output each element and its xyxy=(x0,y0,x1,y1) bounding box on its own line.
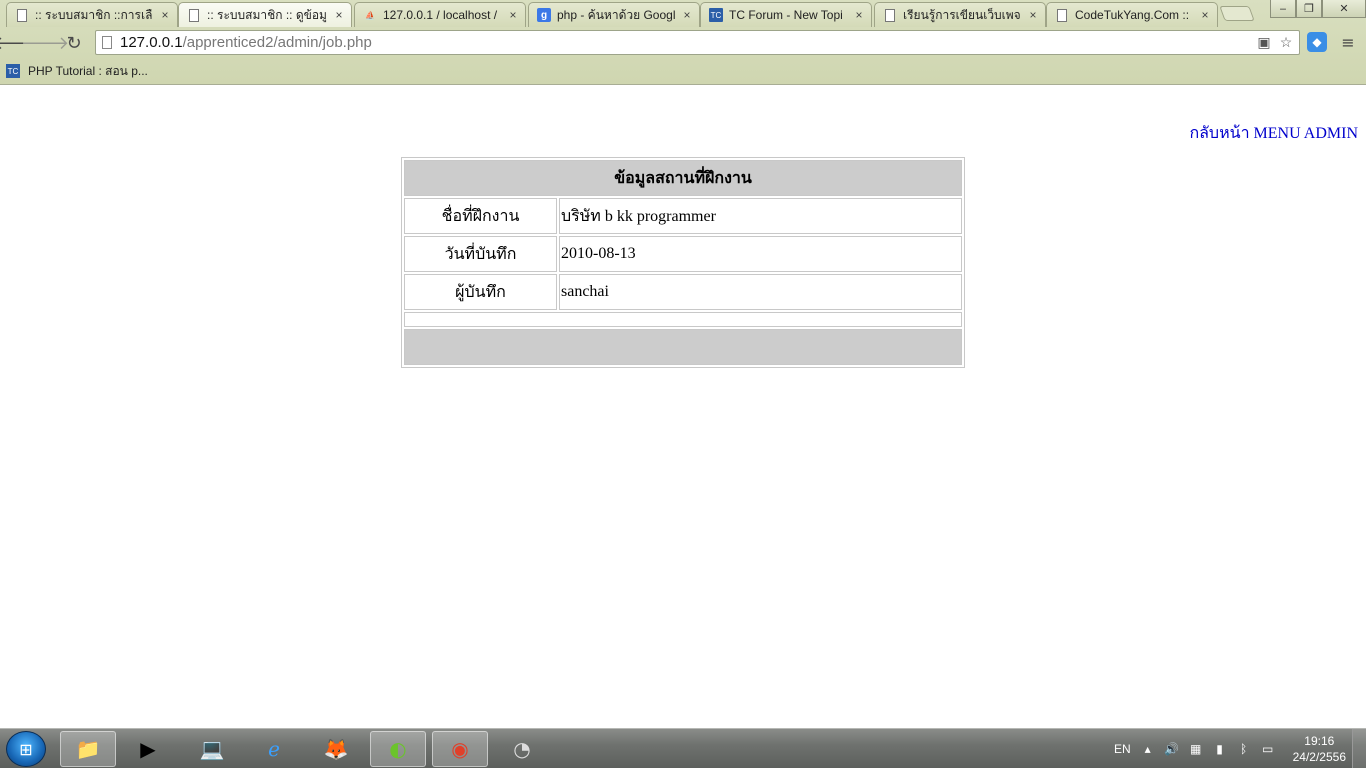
close-icon[interactable]: × xyxy=(681,8,693,22)
google-icon: g xyxy=(537,8,551,22)
tab-title: TC Forum - New Topi xyxy=(729,8,843,22)
minimize-button[interactable]: ‒ xyxy=(1270,0,1296,18)
close-icon[interactable]: × xyxy=(507,8,519,22)
tab-title: CodeTukYang.Com :: xyxy=(1075,8,1190,22)
page-icon xyxy=(102,36,112,49)
windows-taskbar: ⊞ 📁 ▶ 💻 ℯ 🦊 ◐ ◉ ◔ EN ▴ 🔊 ▦ ▮ ᛒ ▭ 19:16 2… xyxy=(0,728,1366,768)
close-icon[interactable]: × xyxy=(159,8,171,22)
document-icon xyxy=(187,8,201,22)
media-player-icon[interactable]: ▶ xyxy=(120,731,176,767)
extension-icon[interactable]: ◆ xyxy=(1307,32,1327,52)
tab-title: เรียนรู้การเขียนเว็บเพจ xyxy=(903,7,1021,22)
company-name-value: บริษัท b kk programmer xyxy=(559,198,962,234)
clock-date: 24/2/2556 xyxy=(1292,750,1346,764)
tab-tc-forum[interactable]: TC TC Forum - New Topi × xyxy=(700,2,872,27)
page-content: กลับหน้า MENU ADMIN ข้อมูลสถานที่ฝึกงาน … xyxy=(0,85,1366,728)
tab-strip: :: ระบบสมาชิก ::การเลือก × :: ระบบสมาชิก… xyxy=(0,0,1366,28)
tab-codetukyang[interactable]: CodeTukYang.Com :: × xyxy=(1046,2,1218,27)
document-icon xyxy=(15,8,29,22)
forward-button[interactable]: 🡒 xyxy=(21,31,69,55)
recorder-value: sanchai xyxy=(559,274,962,310)
recorder-label: ผู้บันทึก xyxy=(404,274,557,310)
address-host: 127.0.0.1 xyxy=(120,34,183,51)
internship-info-table: ข้อมูลสถานที่ฝึกงาน ชื่อที่ฝึกงาน บริษัท… xyxy=(401,157,965,368)
table-footer xyxy=(404,329,962,365)
signal-icon[interactable]: ▮ xyxy=(1213,742,1227,756)
browser-chrome: :: ระบบสมาชิก ::การเลือก × :: ระบบสมาชิก… xyxy=(0,0,1366,85)
bookmark-label: PHP Tutorial : สอน p... xyxy=(28,63,148,78)
volume-icon[interactable]: 🔊 xyxy=(1164,742,1179,756)
system-tray: EN ▴ 🔊 ▦ ▮ ᛒ ▭ 19:16 24/2/2556 xyxy=(1114,729,1346,768)
explorer-icon[interactable]: 📁 xyxy=(60,731,116,767)
tc-forum-icon: TC xyxy=(709,8,723,22)
table-row: ชื่อที่ฝึกงาน บริษัท b kk programmer xyxy=(404,198,962,234)
back-to-admin-menu-link[interactable]: กลับหน้า MENU ADMIN xyxy=(1189,121,1358,146)
start-button[interactable]: ⊞ xyxy=(6,731,46,767)
table-spacer-row xyxy=(404,312,962,327)
document-icon xyxy=(1055,8,1069,22)
firefox-icon[interactable]: 🦊 xyxy=(308,731,364,767)
system-icon[interactable]: 💻 xyxy=(184,731,240,767)
clock[interactable]: 19:16 24/2/2556 xyxy=(1293,733,1346,765)
close-icon[interactable]: × xyxy=(1199,8,1211,22)
tab-title: 127.0.0.1 / localhost / xyxy=(383,8,498,22)
table-footer-row xyxy=(404,329,962,365)
tab-google-search[interactable]: g php - ค้นหาด้วย Googl × xyxy=(528,2,700,27)
bookmarks-bar: TC PHP Tutorial : สอน p... xyxy=(0,58,1366,84)
clock-time: 19:16 xyxy=(1304,734,1335,748)
tab-member-select[interactable]: :: ระบบสมาชิก ::การเลือก × xyxy=(6,2,178,27)
window-controls: ‒ ❐ ✕ xyxy=(1270,0,1366,18)
chrome-icon[interactable]: ◉ xyxy=(432,731,488,767)
address-bar[interactable]: 127.0.0.1/apprenticed2/admin/job.php ▣ ☆ xyxy=(95,30,1300,55)
record-date-value: 2010-08-13 xyxy=(559,236,962,272)
close-icon[interactable]: × xyxy=(333,8,345,22)
wrench-menu-icon[interactable]: ≡ xyxy=(1338,32,1358,52)
recovery-icon[interactable]: ◔ xyxy=(494,731,550,767)
tab-phpmyadmin[interactable]: ⛵ 127.0.0.1 / localhost / × xyxy=(354,2,526,27)
omnibox-actions: ▣ ☆ xyxy=(1255,33,1295,51)
tab-member-view[interactable]: :: ระบบสมาชิก :: ดูข้อมูลส × xyxy=(178,2,352,27)
mail-extension-icon[interactable]: ▣ xyxy=(1255,33,1273,51)
safely-remove-icon[interactable]: ▭ xyxy=(1261,742,1275,756)
tab-title: php - ค้นหาด้วย Googl xyxy=(557,7,675,22)
new-tab-button[interactable] xyxy=(1219,6,1255,21)
blank-cell xyxy=(404,312,962,327)
restore-button[interactable]: ❐ xyxy=(1296,0,1322,18)
tab-title: :: ระบบสมาชิก ::การเลือก xyxy=(35,7,153,22)
close-icon[interactable]: × xyxy=(1027,8,1039,22)
record-date-label: วันที่บันทึก xyxy=(404,236,557,272)
company-name-label: ชื่อที่ฝึกงาน xyxy=(404,198,557,234)
internet-explorer-icon[interactable]: ℯ xyxy=(246,731,302,767)
show-hidden-icons-icon[interactable]: ▴ xyxy=(1141,742,1155,756)
document-icon xyxy=(883,8,897,22)
table-title: ข้อมูลสถานที่ฝึกงาน xyxy=(404,160,962,196)
table-row: วันที่บันทึก 2010-08-13 xyxy=(404,236,962,272)
bookmark-star-icon[interactable]: ☆ xyxy=(1277,33,1295,51)
window-close-button[interactable]: ✕ xyxy=(1322,0,1366,18)
bookmark-php-tutorial[interactable]: TC PHP Tutorial : สอน p... xyxy=(6,62,148,81)
table-row: ผู้บันทึก sanchai xyxy=(404,274,962,310)
network-icon[interactable]: ▦ xyxy=(1189,742,1203,756)
dreamweaver-icon[interactable]: ◐ xyxy=(370,731,426,767)
tab-learn-web[interactable]: เรียนรู้การเขียนเว็บเพจ × xyxy=(874,2,1046,27)
phpmyadmin-icon: ⛵ xyxy=(365,10,375,20)
close-icon[interactable]: × xyxy=(853,8,865,22)
address-path: /apprenticed2/admin/job.php xyxy=(182,34,372,51)
tc-forum-icon: TC xyxy=(6,64,20,78)
tab-title: :: ระบบสมาชิก :: ดูข้อมูลส xyxy=(207,7,327,22)
language-indicator[interactable]: EN xyxy=(1114,742,1131,756)
show-desktop-button[interactable] xyxy=(1352,729,1366,768)
bluetooth-icon[interactable]: ᛒ xyxy=(1237,742,1251,756)
browser-toolbar: 🡐 🡒 ↻ 127.0.0.1/apprenticed2/admin/job.p… xyxy=(0,28,1366,58)
table-header-row: ข้อมูลสถานที่ฝึกงาน xyxy=(404,160,962,196)
reload-button[interactable]: ↻ xyxy=(62,31,86,55)
